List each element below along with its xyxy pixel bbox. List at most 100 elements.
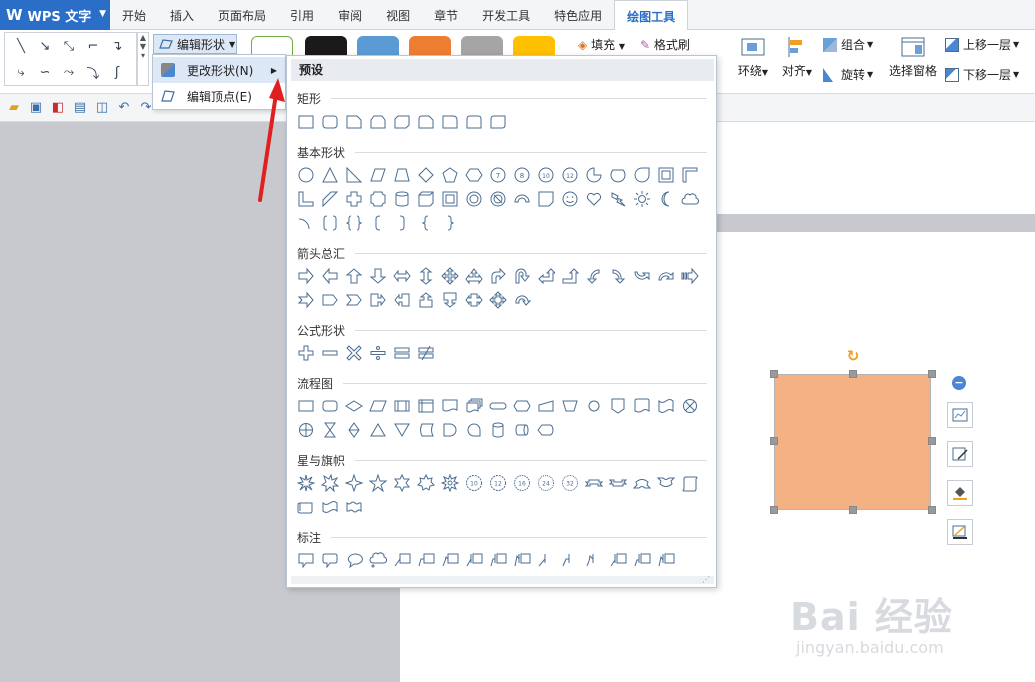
- tab-page-layout[interactable]: 页面布局: [206, 0, 278, 30]
- flowchart-sort-shape-icon[interactable]: [342, 418, 366, 442]
- right-brace-shape-icon[interactable]: [438, 211, 462, 235]
- math-minus-shape-icon[interactable]: [318, 341, 342, 365]
- line-callout-3-shape-icon[interactable]: [438, 548, 462, 572]
- line-callout-1-no-border-shape-icon[interactable]: [534, 548, 558, 572]
- half-frame-shape-icon[interactable]: [678, 163, 702, 187]
- star-10-point-shape-icon[interactable]: 10: [462, 471, 486, 495]
- pentagon-arrow-shape-icon[interactable]: [318, 288, 342, 312]
- heptagon-shape-icon[interactable]: 7: [486, 163, 510, 187]
- circular-arrow-shape-icon[interactable]: [510, 288, 534, 312]
- explosion-1-shape-icon[interactable]: [294, 471, 318, 495]
- wrap-button[interactable]: 环绕▼: [735, 36, 771, 79]
- resize-handle-br[interactable]: [928, 506, 936, 514]
- flowchart-process-shape-icon[interactable]: [294, 394, 318, 418]
- teardrop-shape-icon[interactable]: [630, 163, 654, 187]
- flowchart-multidocument-shape-icon[interactable]: [462, 394, 486, 418]
- line-callout-1-shape-icon[interactable]: [390, 548, 414, 572]
- shape-fill-button[interactable]: [947, 480, 973, 506]
- save-icon[interactable]: ▣: [28, 100, 44, 116]
- tab-insert[interactable]: 插入: [158, 0, 206, 30]
- star-8-point-shape-icon[interactable]: [438, 471, 462, 495]
- double-wave-shape-icon[interactable]: [342, 495, 366, 519]
- right-bracket-shape-icon[interactable]: [390, 211, 414, 235]
- plus-shape-icon[interactable]: [342, 187, 366, 211]
- cloud-callout-shape-icon[interactable]: [366, 548, 390, 572]
- line-callout-2-accent-bar-shape-icon[interactable]: [486, 548, 510, 572]
- flowchart-predefined-process-shape-icon[interactable]: [390, 394, 414, 418]
- arc-shape-icon[interactable]: [294, 211, 318, 235]
- elbow-double-arrow-icon[interactable]: ⤷: [9, 59, 33, 85]
- chevron-shape-icon[interactable]: [342, 288, 366, 312]
- flowchart-direct-access-storage-shape-icon[interactable]: [510, 418, 534, 442]
- flowchart-terminator-shape-icon[interactable]: [486, 394, 510, 418]
- selection-pane-button[interactable]: 选择窗格: [888, 36, 938, 79]
- striped-right-arrow-shape-icon[interactable]: [678, 264, 702, 288]
- snip-same-side-rectangle-shape-icon[interactable]: [366, 110, 390, 134]
- star-5-point-shape-icon[interactable]: [366, 471, 390, 495]
- undo-icon[interactable]: ↶: [116, 100, 132, 116]
- math-plus-shape-icon[interactable]: [294, 341, 318, 365]
- down-ribbon-shape-icon[interactable]: [606, 471, 630, 495]
- flowchart-extract-shape-icon[interactable]: [366, 418, 390, 442]
- hexagon-shape-icon[interactable]: [462, 163, 486, 187]
- left-brace-shape-icon[interactable]: [414, 211, 438, 235]
- down-arrow-callout-shape-icon[interactable]: [438, 288, 462, 312]
- rounded-rectangular-callout-shape-icon[interactable]: [318, 548, 342, 572]
- trapezoid-shape-icon[interactable]: [390, 163, 414, 187]
- double-bracket-shape-icon[interactable]: [318, 211, 342, 235]
- flowchart-manual-input-shape-icon[interactable]: [534, 394, 558, 418]
- pie-shape-icon[interactable]: [582, 163, 606, 187]
- tab-references[interactable]: 引用: [278, 0, 326, 30]
- flowchart-offpage-connector-shape-icon[interactable]: [606, 394, 630, 418]
- print-preview-icon[interactable]: ◫: [94, 100, 110, 116]
- star-7-point-shape-icon[interactable]: [414, 471, 438, 495]
- up-ribbon-shape-icon[interactable]: [582, 471, 606, 495]
- moon-shape-icon[interactable]: [654, 187, 678, 211]
- tab-review[interactable]: 审阅: [326, 0, 374, 30]
- curved-down-ribbon-shape-icon[interactable]: [654, 471, 678, 495]
- rectangle-shape-icon[interactable]: [294, 110, 318, 134]
- folded-corner-shape-icon[interactable]: [534, 187, 558, 211]
- resize-handle-tl[interactable]: [770, 370, 778, 378]
- wave-shape-icon[interactable]: [318, 495, 342, 519]
- heart-shape-icon[interactable]: [582, 187, 606, 211]
- horizontal-scroll-shape-icon[interactable]: [294, 495, 318, 519]
- chord-shape-icon[interactable]: [606, 163, 630, 187]
- math-not-equal-shape-icon[interactable]: [414, 341, 438, 365]
- send-backward-button[interactable]: 下移一层 ▼: [945, 66, 1019, 83]
- cube-shape-icon[interactable]: [414, 187, 438, 211]
- group-button[interactable]: 组合 ▼: [823, 36, 873, 53]
- bent-arrow-shape-icon[interactable]: [486, 264, 510, 288]
- block-arc-shape-icon[interactable]: [510, 187, 534, 211]
- layout-options-button[interactable]: [947, 402, 973, 428]
- star-12-point-shape-icon[interactable]: 12: [486, 471, 510, 495]
- resize-handle-mr[interactable]: [928, 437, 936, 445]
- right-arrow-callout-shape-icon[interactable]: [366, 288, 390, 312]
- pentagon-shape-icon[interactable]: [438, 163, 462, 187]
- elbow-arrow-connector-icon[interactable]: ↴: [105, 33, 129, 59]
- curved-arrow-connector-icon[interactable]: ⤳: [57, 59, 81, 85]
- dodecagon-shape-icon[interactable]: 12: [558, 163, 582, 187]
- round-diagonal-rectangle-shape-icon[interactable]: [486, 110, 510, 134]
- curved-up-ribbon-shape-icon[interactable]: [630, 471, 654, 495]
- gallery-scroll[interactable]: ▲ ▼ ▾: [137, 32, 149, 86]
- line-callout-2-no-border-shape-icon[interactable]: [558, 548, 582, 572]
- math-divide-shape-icon[interactable]: [366, 341, 390, 365]
- frame-shape-icon[interactable]: [654, 163, 678, 187]
- flowchart-preparation-shape-icon[interactable]: [510, 394, 534, 418]
- oval-shape-icon[interactable]: [294, 163, 318, 187]
- double-arrow-line-icon[interactable]: ⤡: [57, 33, 81, 59]
- smiley-face-shape-icon[interactable]: [558, 187, 582, 211]
- tab-view[interactable]: 视图: [374, 0, 422, 30]
- rotate-button[interactable]: 旋转 ▼: [823, 66, 873, 83]
- rectangular-callout-shape-icon[interactable]: [294, 548, 318, 572]
- align-button[interactable]: 对齐▼: [778, 36, 816, 79]
- up-arrow-callout-shape-icon[interactable]: [414, 288, 438, 312]
- rounded-rectangle-shape-icon[interactable]: [318, 110, 342, 134]
- edit-shape-button[interactable]: 编辑形状 ▼: [153, 34, 237, 54]
- freeform-icon[interactable]: ʃ: [105, 59, 129, 85]
- elbow-connector-icon[interactable]: ⌐: [81, 33, 105, 59]
- resize-grip-icon[interactable]: ⋰: [702, 575, 710, 584]
- flowchart-stored-data-shape-icon[interactable]: [414, 418, 438, 442]
- rotate-handle-icon[interactable]: ↻: [845, 348, 861, 364]
